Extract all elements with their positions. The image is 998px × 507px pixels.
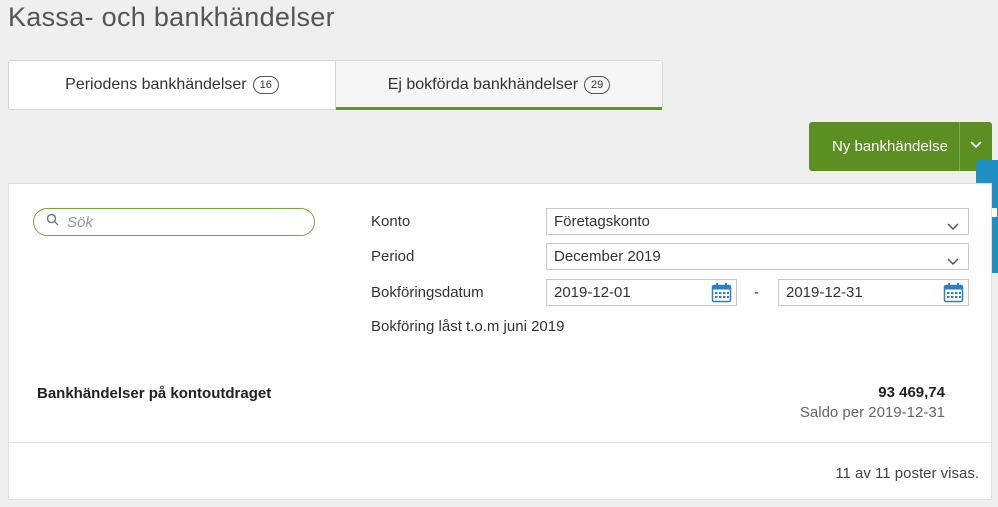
divider xyxy=(9,442,991,443)
tab-label: Ej bokförda bankhändelser xyxy=(387,76,579,93)
records-count: 11 av 11 poster visas. xyxy=(835,465,979,482)
balance-note: Saldo per 2019-12-31 xyxy=(799,404,945,421)
period-value: December 2019 xyxy=(554,248,661,265)
chevron-down-icon xyxy=(947,218,959,235)
period-label: Period xyxy=(371,248,415,265)
search-input[interactable] xyxy=(67,213,287,231)
calendar-icon[interactable] xyxy=(711,282,732,307)
search-icon xyxy=(46,213,59,231)
chevron-down-icon xyxy=(947,253,959,270)
date-to-field[interactable]: 2019-12-31 xyxy=(778,279,969,306)
tab-count-badge: 16 xyxy=(252,76,279,94)
tab-count-badge: 29 xyxy=(584,76,611,94)
tab-bar: Periodens bankhändelser 16 Ej bokförda b… xyxy=(8,60,663,110)
tab-ej-bokforda-bankhandelser[interactable]: Ej bokförda bankhändelser 29 xyxy=(335,61,662,110)
button-divider xyxy=(959,122,960,171)
search-field[interactable] xyxy=(33,208,315,236)
tab-label: Periodens bankhändelser xyxy=(65,76,247,93)
lock-note: Bokföring låst t.o.m juni 2019 xyxy=(371,318,565,335)
tab-periodens-bankhandelser[interactable]: Periodens bankhändelser 16 xyxy=(9,61,335,109)
chevron-down-icon[interactable] xyxy=(969,137,983,155)
page-title: Kassa- och bankhändelser xyxy=(8,2,335,32)
bank-transactions-panel: Konto Företagskonto Period December 2019… xyxy=(8,183,992,500)
konto-select[interactable]: Företagskonto xyxy=(546,208,969,235)
period-select[interactable]: December 2019 xyxy=(546,243,969,270)
calendar-icon[interactable] xyxy=(943,282,964,307)
date-from-field[interactable]: 2019-12-01 xyxy=(546,279,737,306)
date-from-value: 2019-12-01 xyxy=(554,284,631,301)
summary-label: Bankhändelser på kontoutdraget xyxy=(37,385,272,402)
date-to-value: 2019-12-31 xyxy=(786,284,863,301)
new-button-label: Ny bankhändelse xyxy=(832,138,948,155)
bokforingsdatum-label: Bokföringsdatum xyxy=(371,284,484,301)
konto-label: Konto xyxy=(371,213,411,230)
new-bank-transaction-button[interactable]: Ny bankhändelse xyxy=(809,122,992,171)
date-range-separator: - xyxy=(754,284,759,301)
summary-amount: 93 469,74 xyxy=(878,384,945,401)
konto-value: Företagskonto xyxy=(554,213,650,230)
